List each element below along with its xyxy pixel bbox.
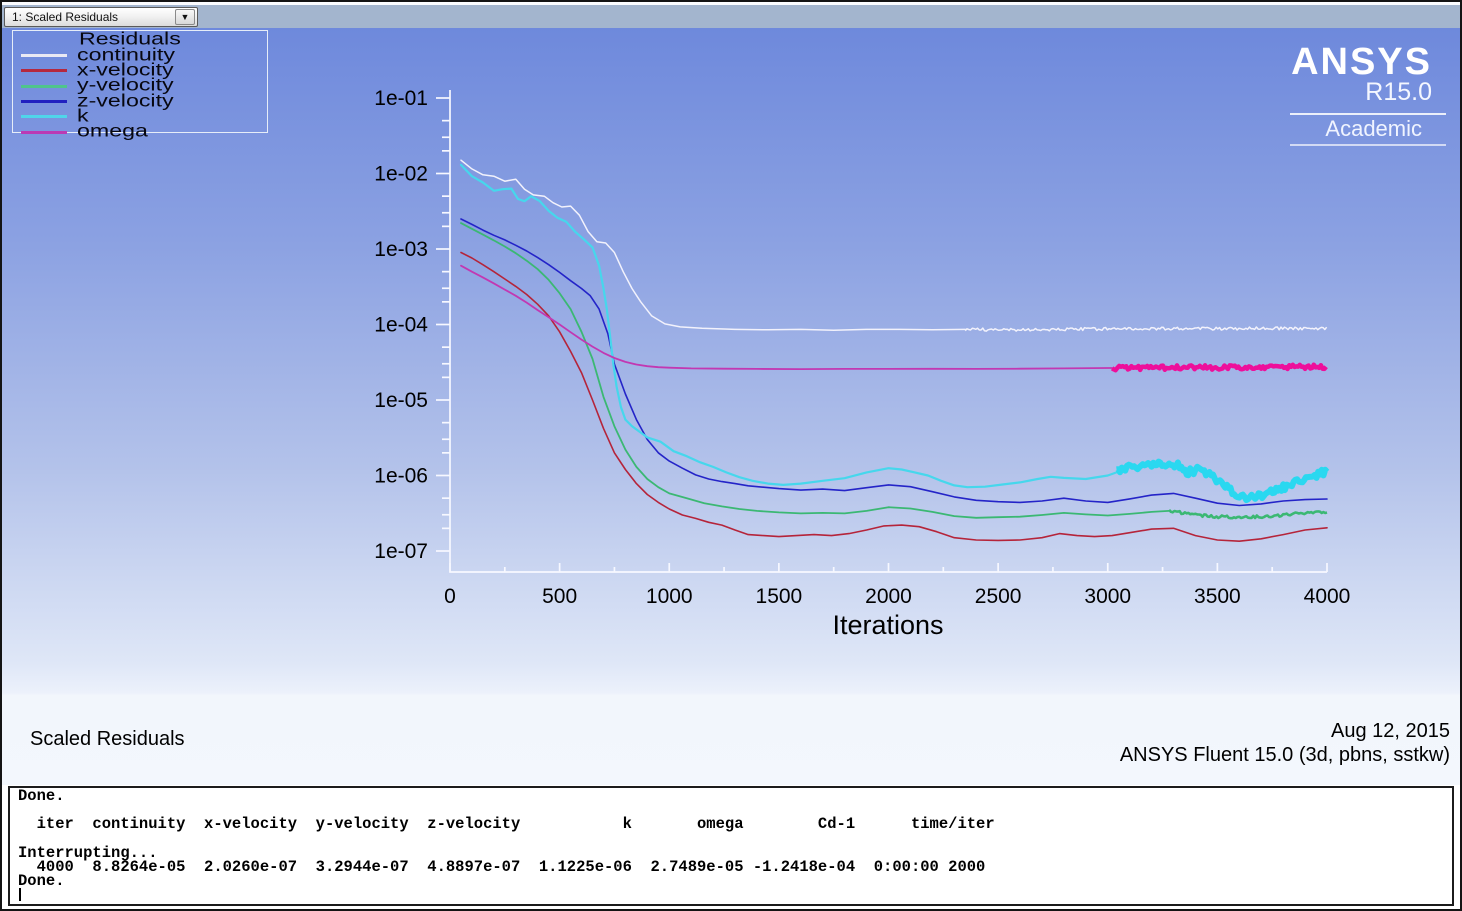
legend-line-sample	[21, 85, 67, 88]
console-panel[interactable]: Done. iter continuity x-velocity y-veloc…	[8, 786, 1454, 906]
svg-text:4000: 4000	[1304, 585, 1351, 608]
svg-text:1500: 1500	[756, 585, 803, 608]
ansys-release-text: R15.0	[1290, 80, 1446, 104]
svg-text:2500: 2500	[975, 585, 1022, 608]
plot-stamp: Aug 12, 2015 ANSYS Fluent 15.0 (3d, pbns…	[1120, 720, 1450, 767]
legend-label: continuity	[77, 49, 175, 62]
svg-text:3000: 3000	[1084, 585, 1131, 608]
series-continuity	[461, 160, 965, 330]
logo-divider	[1290, 113, 1446, 115]
svg-text:1e-02: 1e-02	[374, 163, 428, 186]
series-omega	[461, 266, 1112, 369]
legend-line-sample	[21, 131, 67, 134]
svg-text:2000: 2000	[865, 585, 912, 608]
series-z-velocity	[461, 219, 1327, 506]
svg-text:1e-04: 1e-04	[374, 314, 428, 337]
series-k-noisy	[1117, 462, 1328, 501]
legend-line-sample	[21, 54, 67, 57]
legend-entry: omega	[19, 124, 267, 139]
ansys-brand-text: ANSYS	[1290, 44, 1446, 80]
fluent-graphics-window: 1: Scaled Residuals ▼ 1e-011e-021e-031e-…	[0, 0, 1462, 911]
svg-text:1000: 1000	[646, 585, 693, 608]
legend-label: z-velocity	[77, 95, 174, 108]
legend-line-sample	[21, 69, 67, 72]
ansys-logo: ANSYS R15.0 Academic	[1290, 44, 1446, 146]
ansys-edition-text: Academic	[1290, 118, 1446, 146]
series-x-velocity	[461, 253, 1327, 542]
svg-text:1e-05: 1e-05	[374, 389, 428, 412]
svg-text:1e-06: 1e-06	[374, 465, 428, 488]
text-cursor	[19, 888, 21, 901]
console-output[interactable]: Done. iter continuity x-velocity y-veloc…	[18, 789, 1452, 888]
series-y-velocity-noisy	[1169, 510, 1327, 518]
axes	[436, 90, 1327, 572]
axis-labels: 1e-01 1e-02 1e-03 1e-04 1e-05 1e-06 1e-07 0 500 1…	[374, 87, 1350, 640]
residuals-plot: 1e-01 1e-02 1e-03 1e-04 1e-05 1e-06 1e-07 0 500 1…	[2, 28, 1462, 785]
series-omega-noisy	[1112, 365, 1326, 371]
legend-line-sample	[21, 115, 67, 118]
svg-text:1e-03: 1e-03	[374, 238, 428, 261]
series-y-velocity	[461, 223, 1169, 518]
legend-label: omega	[77, 126, 148, 139]
dropdown-arrow-button[interactable]: ▼	[175, 9, 195, 25]
dropdown-selected-value: 1: Scaled Residuals	[12, 10, 175, 24]
svg-text:0: 0	[444, 585, 456, 608]
series-k	[461, 165, 1117, 487]
svg-text:1e-07: 1e-07	[374, 540, 428, 563]
graphics-window-dropdown[interactable]: 1: Scaled Residuals ▼	[4, 7, 198, 27]
legend-entry: z-velocity	[19, 94, 267, 109]
plot-date: Aug 12, 2015	[1120, 720, 1450, 744]
svg-text:1e-01: 1e-01	[374, 87, 428, 110]
legend-line-sample	[21, 100, 67, 103]
svg-text:Iterations: Iterations	[832, 610, 943, 640]
legend-title: Residuals	[79, 33, 308, 47]
series-continuity-noisy	[965, 327, 1326, 331]
window-selector-bar: 1: Scaled Residuals ▼	[2, 2, 1460, 28]
svg-text:3500: 3500	[1194, 585, 1241, 608]
plot-title: Scaled Residuals	[30, 728, 185, 751]
plot-solver-info: ANSYS Fluent 15.0 (3d, pbns, sstkw)	[1120, 744, 1450, 768]
legend-label: y-velocity	[77, 80, 174, 93]
graphics-canvas: 1e-01 1e-02 1e-03 1e-04 1e-05 1e-06 1e-07 0 500 1…	[2, 28, 1460, 785]
legend-box: Residuals continuityx-velocityy-velocity…	[12, 30, 268, 133]
chevron-down-icon: ▼	[181, 13, 190, 22]
svg-text:500: 500	[542, 585, 577, 608]
legend-entries: continuityx-velocityy-velocityz-velocity…	[19, 48, 267, 140]
